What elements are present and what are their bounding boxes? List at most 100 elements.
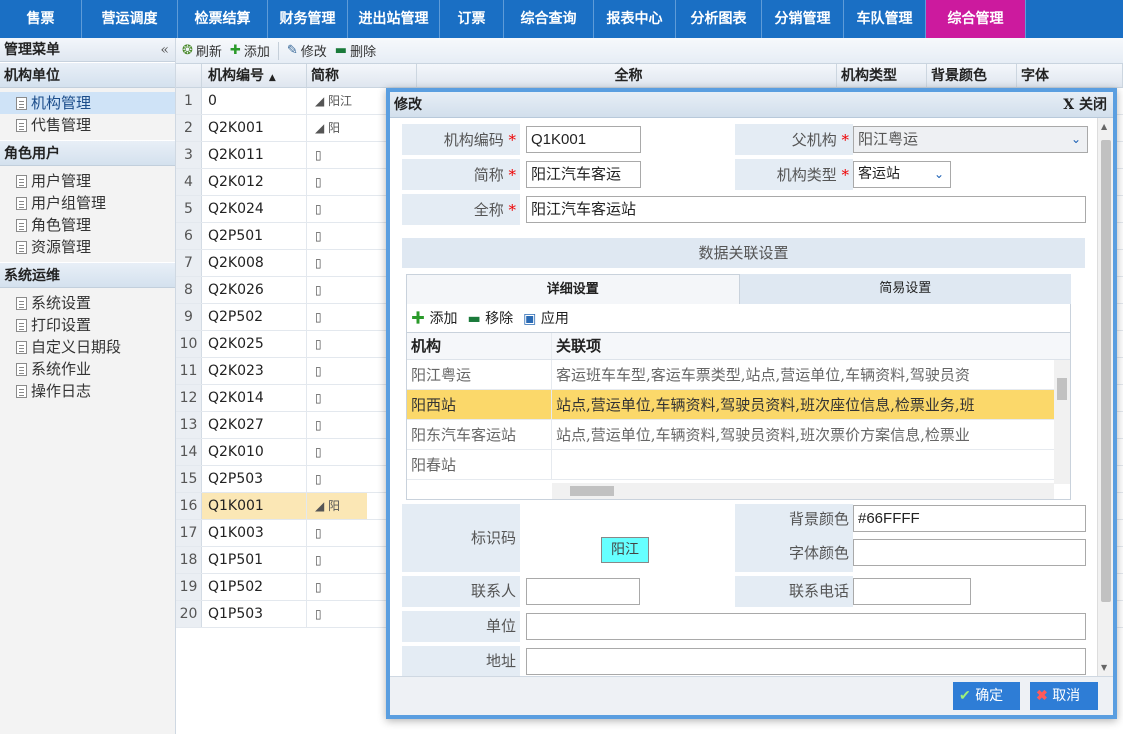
grid-header-type[interactable]: 机构类型 — [837, 64, 927, 87]
nav-item-9[interactable]: 分销管理 — [762, 0, 844, 38]
sidebar-item[interactable]: 系统设置 — [0, 292, 175, 314]
tree-node-icon[interactable]: ▯ — [307, 385, 367, 411]
tree-node-icon[interactable]: ▯ — [307, 520, 367, 546]
relation-vertical-scrollbar[interactable] — [1054, 360, 1070, 484]
nav-item-7[interactable]: 报表中心 — [594, 0, 676, 38]
tree-node-icon[interactable]: ◢ 阳江 — [307, 88, 367, 114]
address-input[interactable] — [526, 648, 1086, 675]
parent-select[interactable]: 阳江粤运 ⌄ — [853, 126, 1088, 153]
ident-color-swatch[interactable]: 阳江 — [601, 537, 649, 563]
grid-header-bgcolor[interactable]: 背景颜色 — [927, 64, 1017, 87]
sidebar-item[interactable]: 系统作业 — [0, 358, 175, 380]
tree-node-icon[interactable]: ◢ 阳 — [307, 493, 367, 519]
font-color-input[interactable] — [853, 539, 1086, 566]
tree-node-icon[interactable]: ▯ — [307, 358, 367, 384]
dialog-vertical-scrollbar[interactable]: ▲ ▼ — [1097, 118, 1113, 676]
tree-node-icon[interactable]: ▯ — [307, 304, 367, 330]
tree-node-icon[interactable]: ▯ — [307, 223, 367, 249]
grid-header-full[interactable]: 全称 — [417, 64, 837, 87]
sidebar-item-label: 系统设置 — [31, 294, 92, 312]
sidebar-item[interactable]: 打印设置 — [0, 314, 175, 336]
cell-code: Q2K008 — [202, 250, 307, 276]
tree-node-icon[interactable]: ▯ — [307, 331, 367, 357]
delete-button[interactable]: ▬ 删除 — [335, 41, 376, 60]
grid-header-font[interactable]: 字体 — [1017, 64, 1123, 87]
tree-node-icon[interactable]: ▯ — [307, 547, 367, 573]
bg-color-label: 背景颜色 — [788, 510, 849, 528]
contact-input[interactable] — [526, 578, 640, 605]
nav-item-0[interactable]: 售票 — [0, 0, 82, 38]
grid-header-code[interactable]: 机构编号 ▲ — [202, 64, 307, 87]
short-input[interactable]: 阳江汽车客运 — [526, 161, 641, 188]
sidebar-item[interactable]: 自定义日期段 — [0, 336, 175, 358]
document-icon — [16, 218, 27, 232]
sidebar-group-title[interactable]: 角色用户 — [0, 140, 175, 166]
collapse-icon[interactable]: « — [160, 38, 169, 62]
scroll-down-icon[interactable]: ▼ — [1101, 663, 1107, 672]
row-number: 16 — [176, 493, 202, 519]
sidebar-item[interactable]: 角色管理 — [0, 214, 175, 236]
tree-node-icon[interactable]: ▯ — [307, 439, 367, 465]
unit-input[interactable] — [526, 613, 1086, 640]
tree-node-icon[interactable]: ▯ — [307, 250, 367, 276]
code-input[interactable]: Q1K001 — [526, 126, 641, 153]
edit-button[interactable]: ✎ 修改 — [287, 41, 327, 60]
tree-node-icon[interactable]: ▯ — [307, 466, 367, 492]
tree-node-icon[interactable]: ▯ — [307, 574, 367, 600]
nav-item-1[interactable]: 营运调度 — [82, 0, 178, 38]
remove-relation-button[interactable]: ▬ 移除 — [467, 308, 513, 328]
relation-row[interactable]: 阳春站 — [407, 450, 1070, 480]
sidebar-item[interactable]: 操作日志 — [0, 380, 175, 402]
tree-node-icon[interactable]: ▯ — [307, 277, 367, 303]
confirm-button[interactable]: ✔ 确定 — [953, 682, 1020, 710]
tree-node-icon[interactable]: ▯ — [307, 601, 367, 627]
sidebar-item[interactable]: 资源管理 — [0, 236, 175, 258]
add-label: 添加 — [243, 45, 270, 60]
sidebar-group-title[interactable]: 系统运维 — [0, 262, 175, 288]
sidebar-item[interactable]: 用户组管理 — [0, 192, 175, 214]
scroll-up-icon[interactable]: ▲ — [1101, 122, 1107, 131]
nav-item-5[interactable]: 订票 — [440, 0, 504, 38]
cancel-button[interactable]: ✖ 取消 — [1030, 682, 1098, 710]
tree-node-icon[interactable]: ▯ — [307, 142, 367, 168]
scroll-thumb[interactable] — [1101, 140, 1111, 602]
sidebar-item[interactable]: 机构管理 — [0, 92, 175, 114]
type-select[interactable]: 客运站 ⌄ — [853, 161, 951, 188]
sidebar-group-title[interactable]: 机构单位 — [0, 62, 175, 88]
close-button[interactable]: X 关闭 — [1063, 92, 1107, 118]
nav-item-2[interactable]: 检票结算 — [178, 0, 268, 38]
chevron-down-icon: ⌄ — [1070, 132, 1081, 146]
add-button[interactable]: ✚ 添加 — [230, 41, 270, 60]
relation-horizontal-scrollbar[interactable] — [552, 483, 1054, 499]
nav-item-4[interactable]: 进出站管理 — [348, 0, 440, 38]
phone-input[interactable] — [853, 578, 971, 605]
tree-node-icon[interactable]: ▯ — [307, 412, 367, 438]
cell-code: Q2K010 — [202, 439, 307, 465]
refresh-button[interactable]: ❂ 刷新 — [182, 41, 222, 60]
bg-color-input[interactable]: #66FFFF — [853, 505, 1086, 532]
relation-row[interactable]: 阳江粤运 客运班车车型,客运车票类型,站点,营运单位,车辆资料,驾驶员资 — [407, 360, 1070, 390]
sidebar-item[interactable]: 代售管理 — [0, 114, 175, 136]
relation-row[interactable]: 阳西站 站点,营运单位,车辆资料,驾驶员资料,班次座位信息,检票业务,班 — [407, 390, 1070, 420]
sidebar: 管理菜单 « 机构单位 机构管理 代售管理 角色用户 用户管理 用户组管理 角色管理 资源管理… — [0, 38, 176, 734]
nav-item-8[interactable]: 分析图表 — [676, 0, 762, 38]
relation-row[interactable]: 阳东汽车客运站 站点,营运单位,车辆资料,驾驶员资料,班次票价方案信息,检票业 — [407, 420, 1070, 450]
tree-node-icon[interactable]: ▯ — [307, 196, 367, 222]
nav-item-10[interactable]: 车队管理 — [844, 0, 926, 38]
apply-button[interactable]: ▣ 应用 — [523, 308, 569, 328]
tree-node-icon[interactable]: ◢ 阳 — [307, 115, 367, 141]
cell-code: Q1K001 — [202, 493, 307, 519]
nav-item-6[interactable]: 综合查询 — [504, 0, 594, 38]
tree-node-icon[interactable]: ▯ — [307, 169, 367, 195]
dialog-footer: ✔ 确定 ✖ 取消 — [390, 676, 1113, 715]
save-icon: ▣ — [523, 311, 537, 327]
grid-header-short[interactable]: 简称 — [307, 64, 417, 87]
font-color-label: 字体颜色 — [788, 544, 849, 562]
nav-item-3[interactable]: 财务管理 — [268, 0, 348, 38]
tab-simple[interactable]: 简易设置 — [739, 274, 1071, 304]
nav-item-11[interactable]: 综合管理 — [926, 0, 1026, 38]
sidebar-item[interactable]: 用户管理 — [0, 170, 175, 192]
tab-detail[interactable]: 详细设置 — [406, 274, 740, 304]
full-input[interactable]: 阳江汽车客运站 — [526, 196, 1086, 223]
add-relation-button[interactable]: ✚ 添加 — [411, 308, 457, 328]
